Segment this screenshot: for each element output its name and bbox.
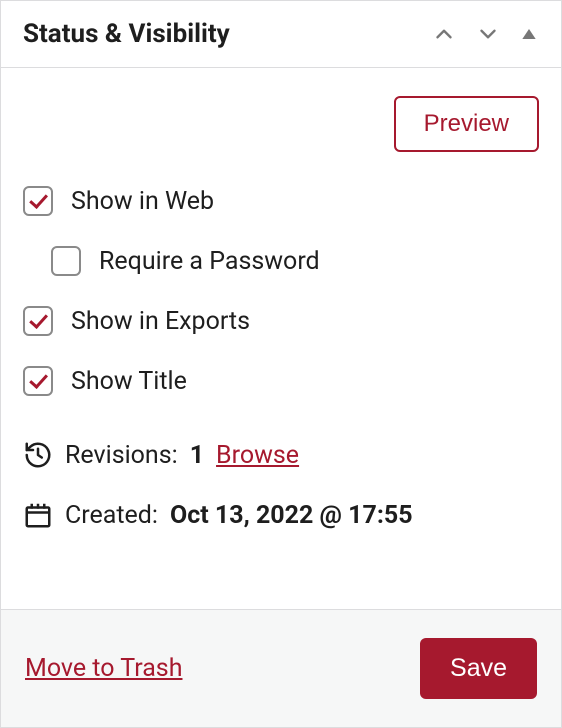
created-row: Created: Oct 13, 2022 @ 17:55 [23, 500, 539, 530]
option-show-in-web: Show in Web [23, 186, 539, 216]
panel-title: Status & Visibility [23, 19, 431, 49]
browse-revisions-link[interactable]: Browse [216, 441, 299, 470]
created-label: Created: [65, 501, 158, 530]
show-title-label: Show Title [71, 367, 187, 396]
option-require-password: Require a Password [23, 246, 539, 276]
created-date: Oct 13, 2022 @ 17:55 [170, 501, 413, 530]
move-up-icon[interactable] [431, 21, 457, 47]
revisions-icon [23, 440, 53, 470]
move-down-icon[interactable] [475, 21, 501, 47]
calendar-icon [23, 500, 53, 530]
revisions-count: 1 [190, 441, 204, 470]
show-in-web-label: Show in Web [71, 187, 214, 216]
revisions-row: Revisions: 1 Browse [23, 440, 539, 470]
header-controls [431, 21, 539, 47]
show-in-web-checkbox[interactable] [23, 186, 53, 216]
panel-body: Preview Show in Web Require a Password S… [1, 68, 561, 609]
move-to-trash-link[interactable]: Move to Trash [25, 654, 182, 683]
show-in-exports-checkbox[interactable] [23, 306, 53, 336]
panel-header: Status & Visibility [1, 1, 561, 68]
require-password-checkbox[interactable] [51, 246, 81, 276]
status-visibility-panel: Status & Visibility Preview Show in Web … [0, 0, 562, 728]
panel-footer: Move to Trash Save [1, 609, 561, 727]
require-password-label: Require a Password [99, 247, 320, 276]
show-title-checkbox[interactable] [23, 366, 53, 396]
preview-button[interactable]: Preview [394, 96, 539, 152]
preview-row: Preview [23, 96, 539, 152]
show-in-exports-label: Show in Exports [71, 307, 250, 336]
save-button[interactable]: Save [420, 638, 537, 699]
option-show-in-exports: Show in Exports [23, 306, 539, 336]
collapse-toggle-icon[interactable] [519, 24, 539, 44]
option-show-title: Show Title [23, 366, 539, 396]
revisions-label: Revisions: [65, 441, 178, 470]
